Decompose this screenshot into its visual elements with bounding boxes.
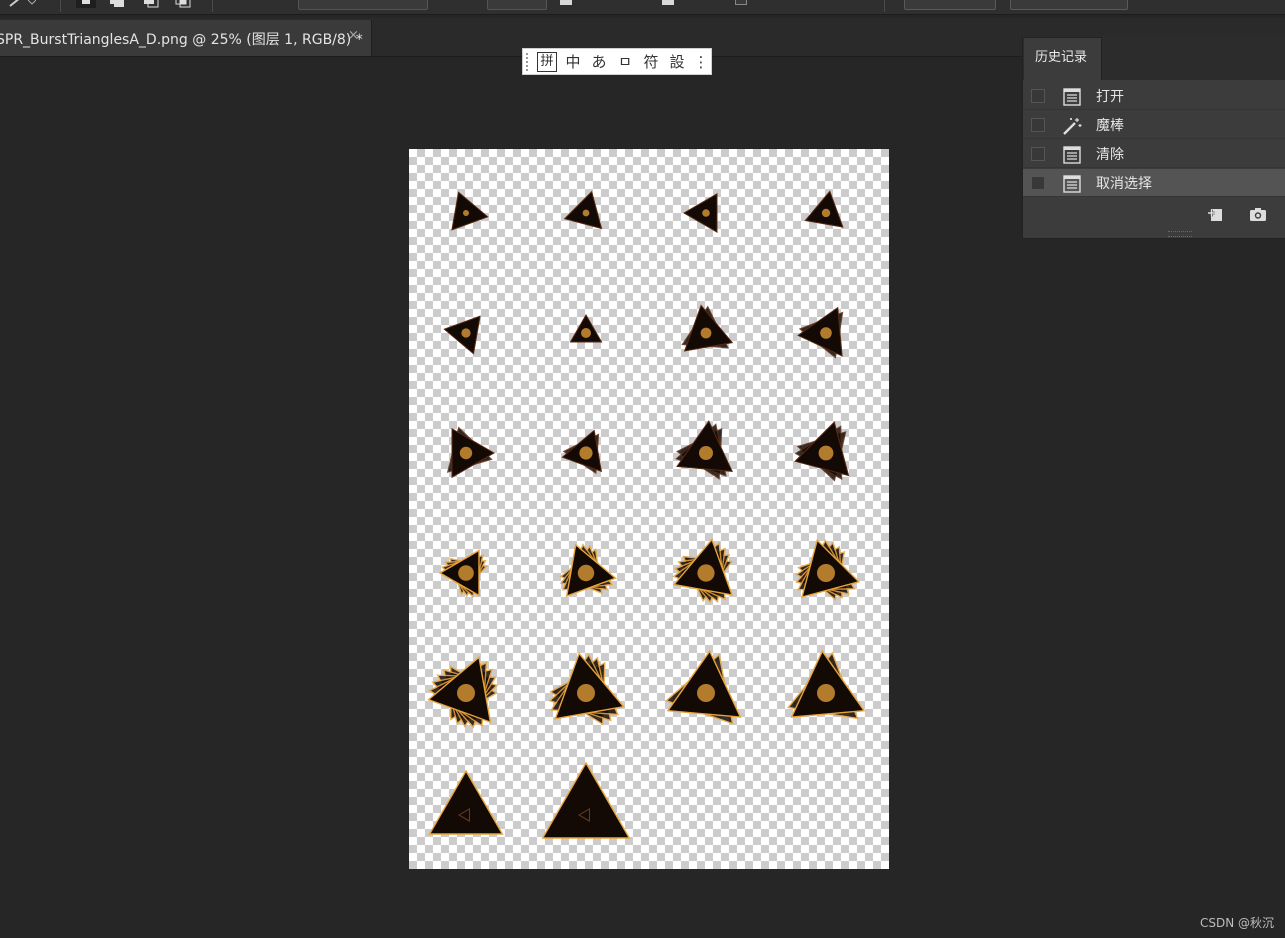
ime-pinyin-mode-icon[interactable]: 拼 bbox=[537, 52, 557, 72]
sprite-frame bbox=[681, 304, 734, 352]
sprite-frame bbox=[446, 426, 496, 479]
ime-punctuation-icon[interactable]: ㅁ bbox=[615, 52, 635, 72]
sprite-frame bbox=[451, 191, 489, 231]
sprite-frame bbox=[794, 421, 850, 482]
sprite-frame bbox=[428, 769, 504, 835]
sprite-frame bbox=[443, 315, 481, 355]
intersect-selection-icon[interactable] bbox=[172, 0, 194, 8]
ime-toolbar[interactable]: 拼 中 あ ㅁ 符 設 ⋮ bbox=[522, 48, 712, 75]
sample-size-select[interactable] bbox=[298, 0, 428, 10]
panel-resize-grip[interactable] bbox=[1168, 231, 1192, 237]
ime-kana-icon[interactable]: あ bbox=[589, 52, 609, 72]
sprite-frame bbox=[541, 761, 631, 839]
sprite-frame bbox=[804, 190, 844, 228]
history-item-clear[interactable]: 清除 bbox=[1023, 140, 1285, 168]
history-snapshot-checkbox[interactable] bbox=[1031, 176, 1045, 190]
sprite-frame bbox=[797, 306, 844, 359]
history-item-deselect[interactable]: 取消选择 bbox=[1023, 169, 1285, 197]
document-icon bbox=[1063, 88, 1081, 106]
history-item-label: 清除 bbox=[1096, 147, 1124, 163]
new-selection-icon[interactable] bbox=[72, 0, 100, 8]
document-icon bbox=[1063, 146, 1081, 164]
sprite-frame bbox=[786, 649, 866, 720]
history-snapshot-checkbox[interactable] bbox=[1031, 118, 1045, 132]
ime-settings-icon[interactable]: 設 bbox=[667, 52, 687, 72]
document-canvas[interactable] bbox=[409, 149, 889, 869]
ime-more-icon[interactable]: ⋮ bbox=[691, 52, 711, 72]
history-item-magic-wand[interactable]: 魔棒 bbox=[1023, 111, 1285, 139]
sprite-frame bbox=[427, 655, 499, 729]
add-to-selection-icon[interactable] bbox=[106, 0, 128, 8]
document-icon bbox=[1063, 175, 1081, 193]
sprite-frame bbox=[438, 549, 488, 598]
history-item-open[interactable]: 打开 bbox=[1023, 82, 1285, 110]
contiguous-checkbox[interactable] bbox=[662, 0, 674, 5]
sprite-frame bbox=[672, 538, 734, 604]
anti-alias-checkbox[interactable] bbox=[560, 0, 572, 5]
history-panel-tab[interactable]: 历史记录 bbox=[1024, 37, 1102, 80]
document-tab-title: SPR_BurstTrianglesA_D.png @ 25% (图层 1, R… bbox=[0, 32, 363, 48]
ime-chinese-english-icon[interactable]: 中 bbox=[563, 52, 583, 72]
sprite-frame bbox=[675, 420, 734, 480]
history-panel: 历史记录 打开 魔棒 清除 取消选择 bbox=[1022, 36, 1285, 239]
subtract-from-selection-icon[interactable] bbox=[140, 0, 162, 8]
close-tab-icon[interactable]: × bbox=[348, 28, 359, 43]
ime-symbols-icon[interactable]: 符 bbox=[641, 52, 661, 72]
sprite-frame bbox=[563, 190, 603, 230]
sprite-frame bbox=[548, 652, 625, 726]
history-item-label: 取消选择 bbox=[1096, 176, 1152, 192]
sprite-frame bbox=[569, 314, 603, 343]
select-and-mask-button[interactable] bbox=[1010, 0, 1128, 10]
watermark: CSDN @秋沉 bbox=[1200, 916, 1275, 930]
sprite-sheet bbox=[427, 190, 866, 839]
history-panel-title: 历史记录 bbox=[1035, 50, 1088, 65]
ime-drag-handle[interactable] bbox=[526, 53, 531, 71]
snapshot-camera-icon[interactable] bbox=[1249, 206, 1267, 222]
select-subject-button[interactable] bbox=[904, 0, 996, 10]
document-tab[interactable]: SPR_BurstTrianglesA_D.png @ 25% (图层 1, R… bbox=[0, 20, 372, 56]
new-document-from-state-icon[interactable] bbox=[1207, 206, 1225, 222]
sprite-frame bbox=[664, 649, 742, 725]
options-bar bbox=[0, 0, 1285, 15]
history-item-label: 打开 bbox=[1096, 89, 1124, 105]
history-panel-header: 历史记录 bbox=[1023, 36, 1285, 80]
history-snapshot-checkbox[interactable] bbox=[1031, 147, 1045, 161]
history-item-label: 魔棒 bbox=[1096, 118, 1124, 134]
sample-all-layers-checkbox[interactable] bbox=[735, 0, 747, 5]
sprite-frame bbox=[683, 193, 718, 233]
sprite-frame bbox=[559, 543, 617, 598]
magic-wand-icon bbox=[1063, 118, 1082, 135]
sprite-frame bbox=[795, 538, 861, 601]
tolerance-input[interactable] bbox=[487, 0, 547, 10]
sprite-frame bbox=[561, 429, 603, 475]
history-snapshot-checkbox[interactable] bbox=[1031, 89, 1045, 103]
magic-wand-tool-icon[interactable] bbox=[8, 0, 36, 8]
